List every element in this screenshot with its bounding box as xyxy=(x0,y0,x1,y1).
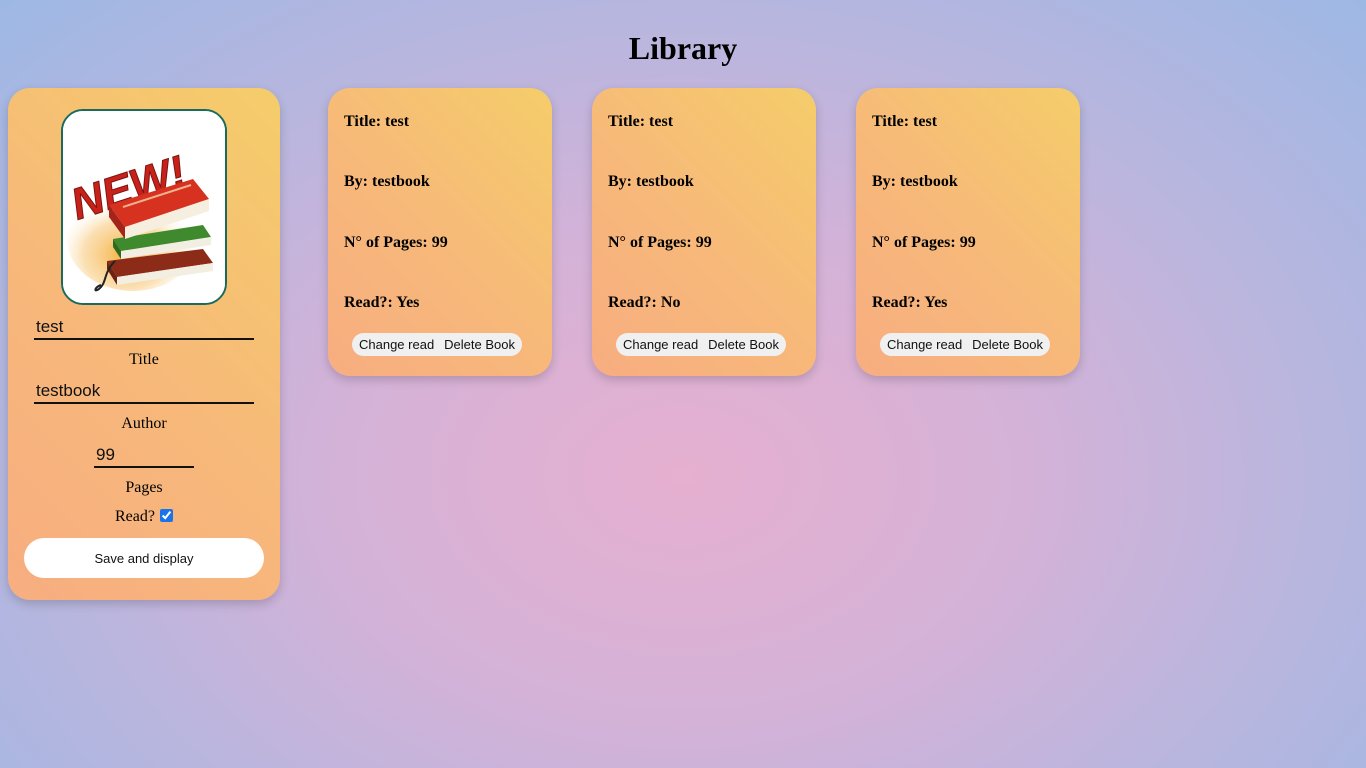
book-actions: Change read Delete Book xyxy=(616,333,786,356)
book-read-status: Read?: Yes xyxy=(344,294,420,311)
pages-input[interactable] xyxy=(94,444,194,468)
book-actions: Change read Delete Book xyxy=(352,333,522,356)
book-card: Title: test By: testbook N° of Pages: 99… xyxy=(592,88,816,376)
book-read-status: Read?: No xyxy=(608,294,681,311)
change-read-button[interactable]: Change read xyxy=(354,333,439,356)
book-card: Title: test By: testbook N° of Pages: 99… xyxy=(328,88,552,376)
book-read-status: Read?: Yes xyxy=(872,294,948,311)
page-title: Library xyxy=(628,30,738,66)
title-input[interactable] xyxy=(34,316,254,340)
author-input[interactable] xyxy=(34,380,254,404)
read-label: Read? xyxy=(115,508,155,525)
book-title: Title: test xyxy=(872,113,938,130)
book-card: Title: test By: testbook N° of Pages: 99… xyxy=(856,88,1080,376)
author-label: Author xyxy=(121,415,167,432)
book-title: Title: test xyxy=(344,113,410,130)
save-and-display-button[interactable]: Save and display xyxy=(24,538,264,578)
book-actions: Change read Delete Book xyxy=(880,333,1050,356)
book-pages: N° of Pages: 99 xyxy=(344,234,448,251)
title-label: Title xyxy=(129,351,159,368)
book-author: By: testbook xyxy=(608,173,694,190)
read-checkbox[interactable] xyxy=(159,509,173,522)
new-books-image: NEW! xyxy=(61,109,227,305)
book-title: Title: test xyxy=(608,113,674,130)
delete-book-button[interactable]: Delete Book xyxy=(967,333,1048,356)
book-pages: N° of Pages: 99 xyxy=(608,234,712,251)
delete-book-button[interactable]: Delete Book xyxy=(439,333,520,356)
add-book-form: NEW! Title Author Pages Read? Save and d… xyxy=(8,88,280,600)
pages-label: Pages xyxy=(125,479,163,496)
change-read-button[interactable]: Change read xyxy=(618,333,703,356)
delete-book-button[interactable]: Delete Book xyxy=(703,333,784,356)
book-pages: N° of Pages: 99 xyxy=(872,234,976,251)
book-author: By: testbook xyxy=(872,173,958,190)
change-read-button[interactable]: Change read xyxy=(882,333,967,356)
book-author: By: testbook xyxy=(344,173,430,190)
read-row: Read? xyxy=(8,506,280,528)
